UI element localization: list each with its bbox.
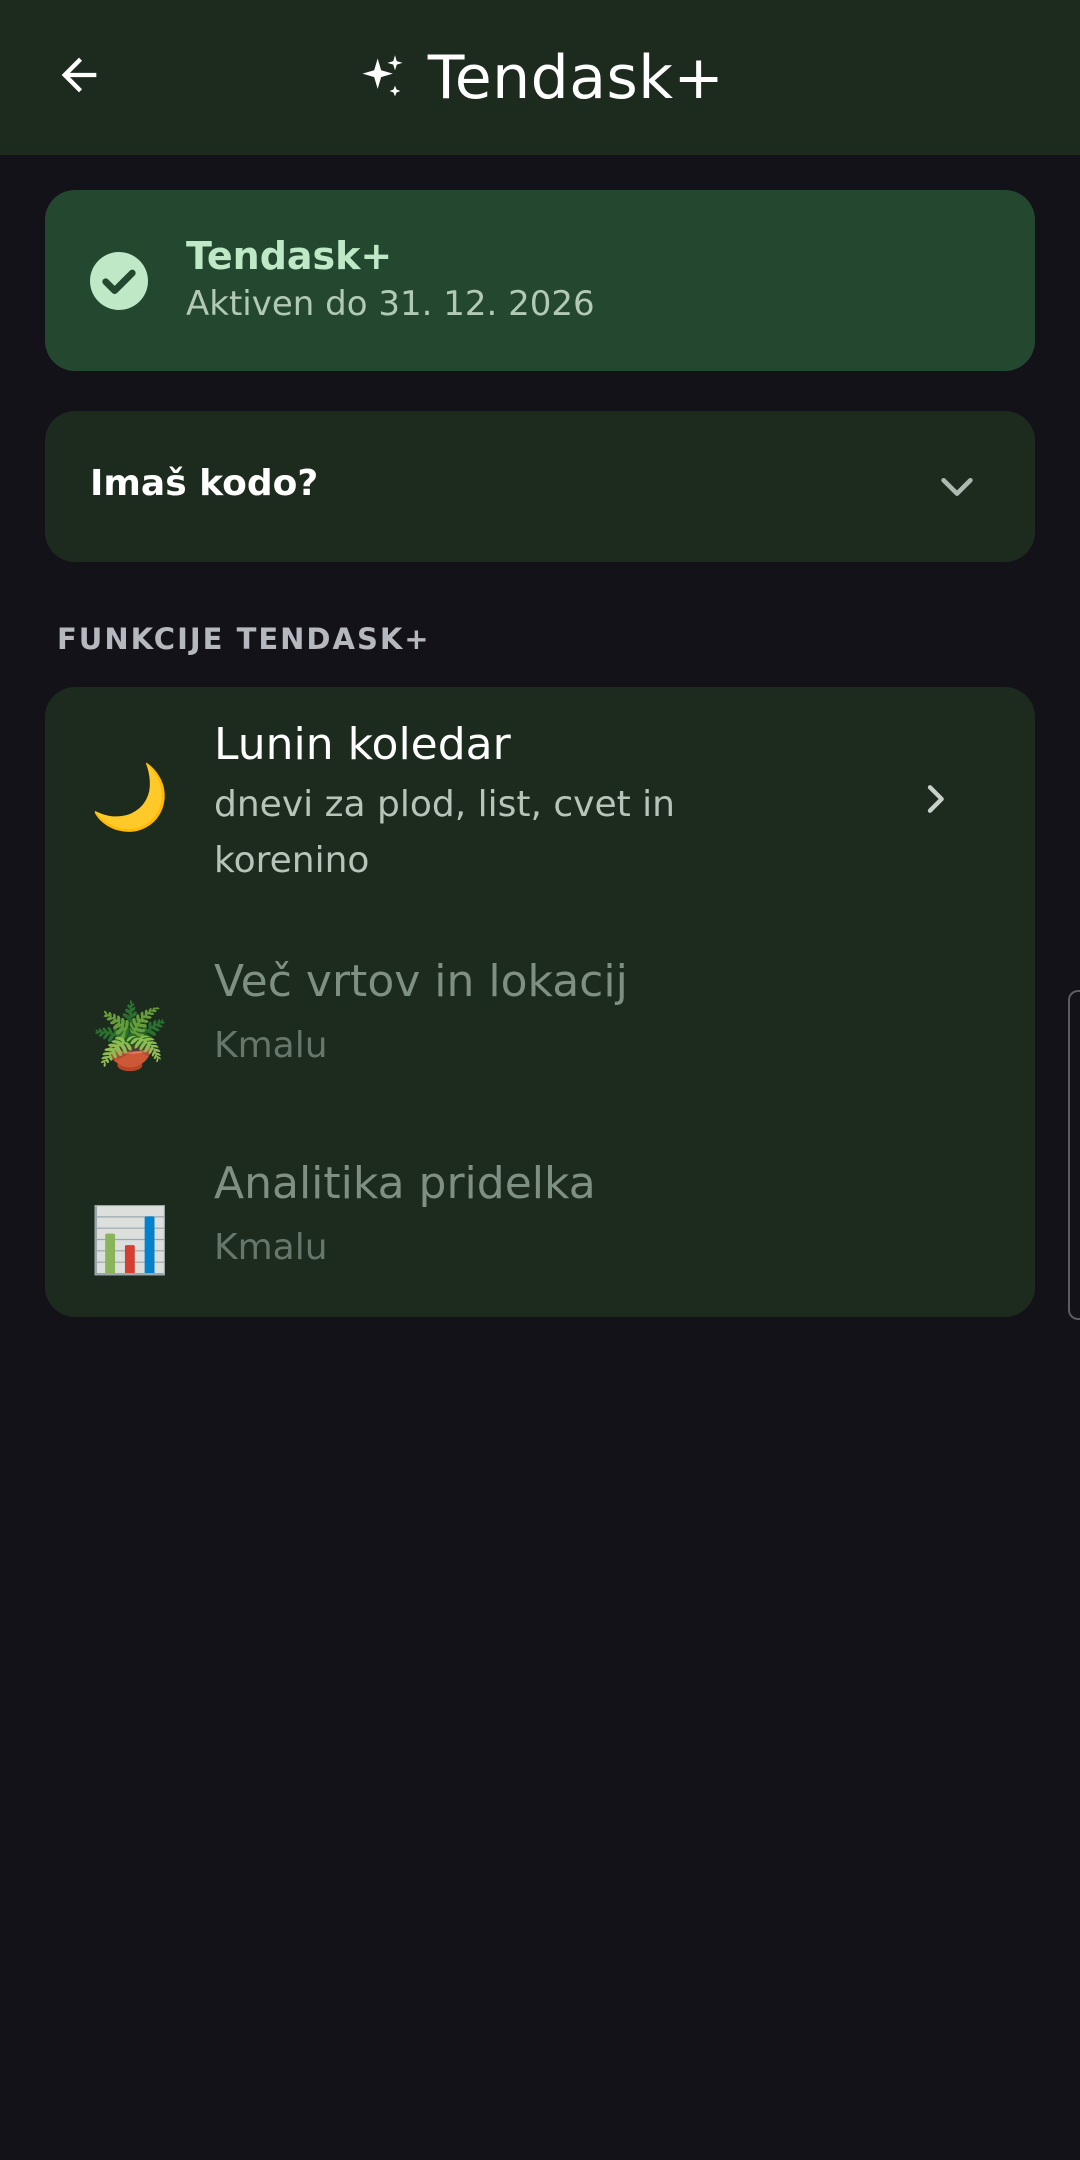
app-bar: Tendask+ [0, 0, 1080, 155]
redeem-code-label: Imaš kodo? [90, 463, 319, 504]
redeem-code-expander[interactable]: Imaš kodo? [45, 411, 1035, 562]
feature-title: Analitika pridelka [214, 1158, 596, 1209]
moon-icon: 🌙 [90, 761, 170, 835]
feature-title: Več vrtov in lokacij [214, 956, 628, 1007]
feature-multiple-gardens: 🪴 Več vrtov in lokacij Kmalu [45, 922, 1035, 1122]
chevron-right-icon [927, 785, 944, 813]
subscription-expiry: Aktiven do 31. 12. 2026 [186, 284, 595, 324]
scrollbar[interactable] [1068, 990, 1080, 1320]
check-circle-icon [90, 252, 148, 310]
sparkles-icon [362, 54, 403, 96]
feature-subtitle: Kmalu [214, 1227, 328, 1268]
potted-plant-icon: 🪴 [90, 1000, 170, 1074]
subscription-title: Tendask+ [186, 234, 393, 278]
page-title-group: Tendask+ [0, 0, 1080, 155]
page-title: Tendask+ [427, 42, 725, 113]
chevron-down-icon [941, 477, 973, 496]
features-list: 🌙 Lunin koledar dnevi za plod, list, cve… [45, 687, 1035, 1317]
feature-yield-analytics: 📊 Analitika pridelka Kmalu [45, 1122, 1035, 1317]
feature-lunar-calendar[interactable]: 🌙 Lunin koledar dnevi za plod, list, cve… [45, 687, 1035, 922]
feature-subtitle: dnevi za plod, list, cvet in korenino [214, 784, 675, 881]
feature-subtitle: Kmalu [214, 1025, 328, 1066]
features-section-header: FUNKCIJE TENDASK+ [57, 622, 431, 656]
feature-title: Lunin koledar [214, 719, 511, 770]
bar-chart-icon: 📊 [90, 1204, 170, 1278]
subscription-status-card: Tendask+ Aktiven do 31. 12. 2026 [45, 190, 1035, 371]
